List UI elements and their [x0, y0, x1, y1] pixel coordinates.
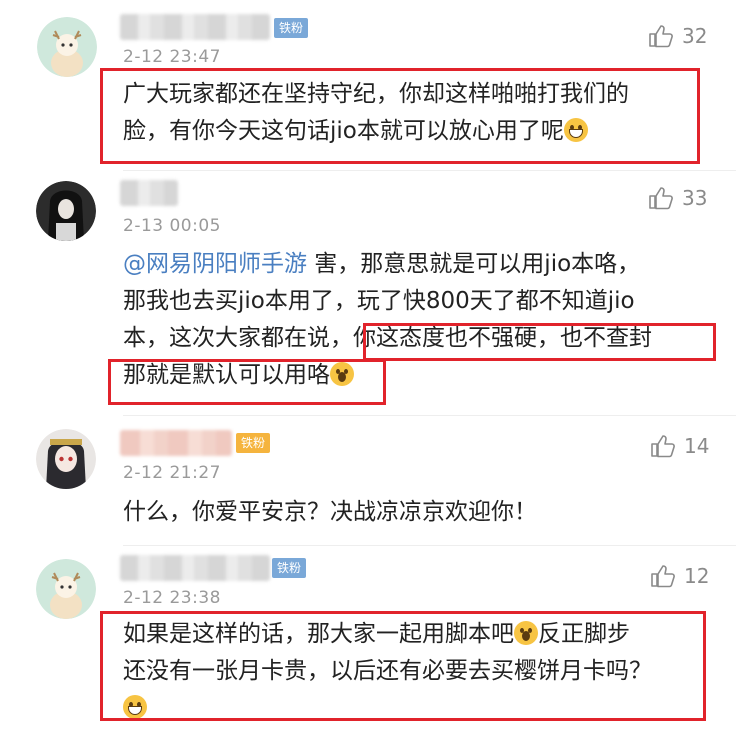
mention-link[interactable]: @网易阴阳师手游 [123, 251, 307, 277]
username-blurred[interactable] [120, 180, 178, 206]
like-count: 12 [684, 564, 710, 588]
divider [123, 170, 736, 171]
comment-time: 2-13 00:05 [123, 216, 221, 236]
comment-line: 那我也去买jio本用了，玩了快800天了都不知道jio [123, 288, 635, 314]
thumbs-up-icon [649, 25, 673, 48]
highlight-box [100, 611, 706, 721]
avatar[interactable] [37, 17, 97, 77]
avatar[interactable] [36, 181, 96, 241]
like-button[interactable]: 12 [650, 564, 709, 588]
fan-badge: 铁粉 [236, 433, 271, 453]
comment-line: @网易阴阳师手游 害，那意思就是可以用jio本咯， [123, 251, 641, 277]
like-button[interactable]: 32 [648, 24, 707, 48]
highlight-box [363, 323, 716, 361]
avatar[interactable] [36, 559, 96, 619]
like-count: 32 [682, 24, 708, 48]
avatar[interactable] [36, 429, 96, 489]
like-button[interactable]: 14 [650, 434, 709, 458]
thumbs-up-icon [651, 435, 675, 458]
comment-time: 2-12 21:27 [123, 463, 221, 483]
thumbs-up-icon [649, 187, 673, 210]
comment-text: 什么，你爱平安京？决战凉凉京欢迎你！ [123, 494, 537, 531]
comment-time: 2-12 23:47 [123, 47, 221, 67]
like-button[interactable]: 33 [648, 186, 707, 210]
divider [123, 415, 736, 416]
comment-time: 2-12 23:38 [123, 588, 221, 608]
thumbs-up-icon [651, 565, 675, 588]
fan-badge: 铁粉 [272, 558, 307, 578]
username-blurred[interactable] [120, 430, 232, 456]
username-blurred[interactable] [120, 14, 270, 40]
divider [123, 545, 736, 546]
like-count: 33 [682, 186, 708, 210]
highlight-box [100, 68, 700, 164]
highlight-box [108, 359, 386, 405]
like-count: 14 [684, 434, 710, 458]
comment-line: 什么，你爱平安京？决战凉凉京欢迎你！ [123, 499, 537, 525]
fan-badge: 铁粉 [274, 18, 309, 38]
username-blurred[interactable] [120, 555, 270, 581]
